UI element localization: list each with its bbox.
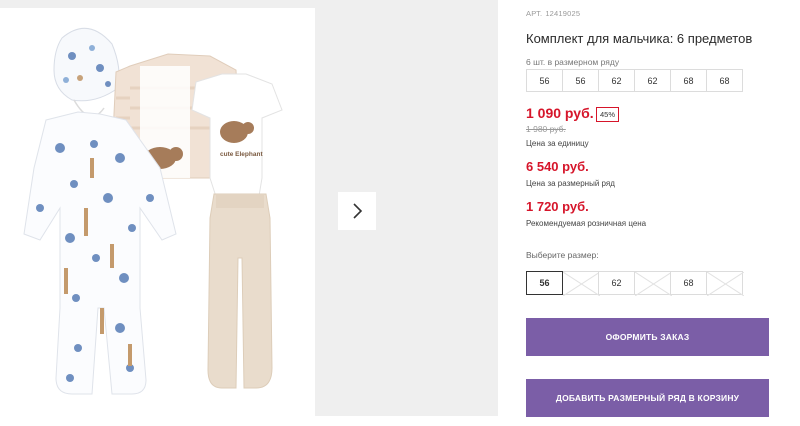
old-price: 1 980 руб. — [526, 124, 566, 134]
article-value: 12419025 — [545, 9, 581, 18]
size-range-cell: 62 — [598, 69, 635, 92]
discount-badge: 45% — [596, 107, 620, 122]
article-number: АРТ. 12419025 — [526, 9, 580, 18]
unit-price-note: Цена за единицу — [526, 139, 589, 148]
size-range-cell: 68 — [670, 69, 707, 92]
print-text: cute Elephant — [220, 151, 263, 158]
size-range-cell: 68 — [706, 69, 743, 92]
range-total-price: 6 540 руб. — [526, 159, 589, 174]
product-title: Комплект для мальчика: 6 предметов — [526, 31, 753, 46]
chevron-right-icon — [353, 203, 363, 219]
size-option-68[interactable]: 68 — [670, 271, 707, 295]
size-select-grid: 56 62 68 — [526, 271, 744, 296]
product-photo-illustration: cute Elephant — [23, 27, 283, 395]
current-price: 1 090 руб. — [526, 105, 594, 121]
size-option-56[interactable]: 56 — [526, 271, 563, 295]
retail-price-note: Рекомендуемая розничная цена — [526, 219, 647, 228]
unavailable-cross-icon — [635, 272, 672, 296]
size-range-grid: 56 56 62 62 68 68 — [526, 69, 743, 92]
size-range-cell: 56 — [562, 69, 599, 92]
size-option-62[interactable]: 62 — [598, 271, 635, 295]
size-range-cell: 56 — [526, 69, 563, 92]
size-option-unavailable — [706, 271, 744, 296]
size-range-cell: 62 — [634, 69, 671, 92]
retail-price: 1 720 руб. — [526, 199, 589, 214]
size-option-unavailable — [634, 271, 672, 296]
add-range-to-cart-button[interactable]: Добавить размерный ряд в корзину — [526, 379, 769, 417]
product-photo[interactable]: cute Elephant — [0, 8, 315, 416]
product-gallery: cute Elephant — [0, 0, 498, 416]
size-option-unavailable — [562, 271, 600, 296]
gallery-next-button[interactable] — [338, 192, 376, 230]
size-range-caption: 6 шт. в размерном ряду — [526, 57, 620, 67]
unavailable-cross-icon — [563, 272, 600, 296]
range-price-note: Цена за размерный ряд — [526, 179, 615, 188]
place-order-button[interactable]: Оформить заказ — [526, 318, 769, 356]
article-label: АРТ. — [526, 9, 543, 18]
unavailable-cross-icon — [707, 272, 744, 296]
size-select-label: Выберите размер: — [526, 250, 599, 260]
